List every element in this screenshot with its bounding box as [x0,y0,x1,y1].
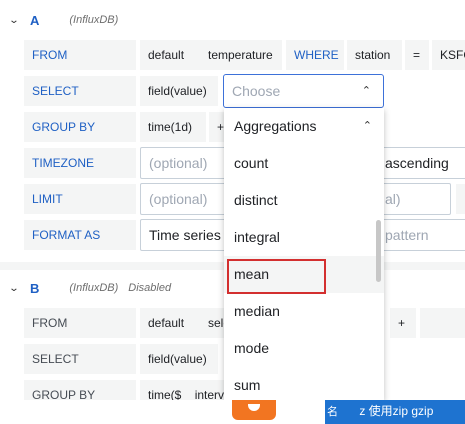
from-label: FROM [24,40,136,70]
timezone-input[interactable]: (optional) [140,147,230,179]
orange-app-icon[interactable] [232,400,276,420]
group-header-label: Aggregations [234,118,317,134]
order-by-select[interactable]: ascending [376,147,465,179]
group-by-label: GROUP BY [24,112,136,142]
menu-item-sum[interactable]: sum [224,367,384,400]
select-label: SELECT [24,76,136,106]
select-label: SELECT [24,344,136,374]
collapse-chevron-icon[interactable]: ⌄ [4,15,25,26]
group-by-label: GROUP BY [24,380,136,400]
query-editor: ⌄ A (InfluxDB) FROM default temperature … [0,0,465,400]
timezone-label: TIMEZONE [24,148,136,178]
query-datasource: (InfluxDB) [69,282,119,294]
collapse-chevron-icon[interactable]: ⌄ [4,283,25,294]
query-letter: B [30,280,40,296]
measurement-segment[interactable]: temperature [200,40,282,70]
aggregations-dropdown: Aggregations ⌃ count distinct integral m… [224,108,384,400]
where-keyword: WHERE [286,40,344,70]
chevron-up-icon: ⌃ [361,85,371,97]
taskbar: 名 z 使用zip gzip [0,400,465,424]
field-segment[interactable]: field(value) [140,344,218,374]
menu-item-integral[interactable]: integral [224,219,384,256]
format-as-select[interactable]: Time series [140,219,230,251]
menu-item-distinct[interactable]: distinct [224,182,384,219]
menu-item-count[interactable]: count [224,145,384,182]
aggregation-select[interactable]: Choose ⌃ [223,74,384,108]
query-letter: A [30,12,40,28]
field-segment[interactable]: field(value) [140,76,218,106]
menu-item-median[interactable]: median [224,293,384,330]
taskbar-item[interactable]: 名 z 使用zip gzip [325,400,465,424]
limit-label: LIMIT [24,184,136,214]
tag-value-segment[interactable]: KSFO [432,40,465,70]
menu-item-mode[interactable]: mode [224,330,384,367]
from-label: FROM [24,308,136,338]
group-time-segment[interactable]: time($__interv [140,380,230,400]
aggregations-group-header[interactable]: Aggregations ⌃ [224,108,384,145]
operator-segment[interactable]: = [405,40,429,70]
taskbar-prefix: 名 [327,406,338,418]
query-datasource: (InfluxDB) [69,14,119,26]
limit-row-end [456,184,465,214]
alias-input[interactable]: pattern [376,219,465,251]
dropdown-scrollbar-thumb[interactable] [376,220,381,282]
where-add-button[interactable]: + [390,308,416,338]
highlight-box [227,259,326,294]
taskbar-label: z 使用zip gzip [359,404,434,418]
group-time-segment[interactable]: time(1d) [140,112,206,142]
app-glyph-icon [248,404,260,411]
query-b-header[interactable]: ⌄ B (InfluxDB) Disabled [4,273,172,303]
format-as-label: FORMAT AS [24,220,136,250]
tag-key-segment[interactable]: station [347,40,402,70]
from-row-filler [420,308,465,338]
retention-policy-segment[interactable]: default [140,40,200,70]
choose-placeholder: Choose [232,83,281,99]
limit-input[interactable]: (optional) [140,183,230,215]
query-a-header[interactable]: ⌄ A (InfluxDB) [4,5,119,35]
slimit-input[interactable]: al) [376,183,451,215]
retention-policy-segment[interactable]: default [140,308,200,338]
chevron-up-icon: ⌃ [362,120,372,132]
disabled-badge: Disabled [128,282,172,294]
